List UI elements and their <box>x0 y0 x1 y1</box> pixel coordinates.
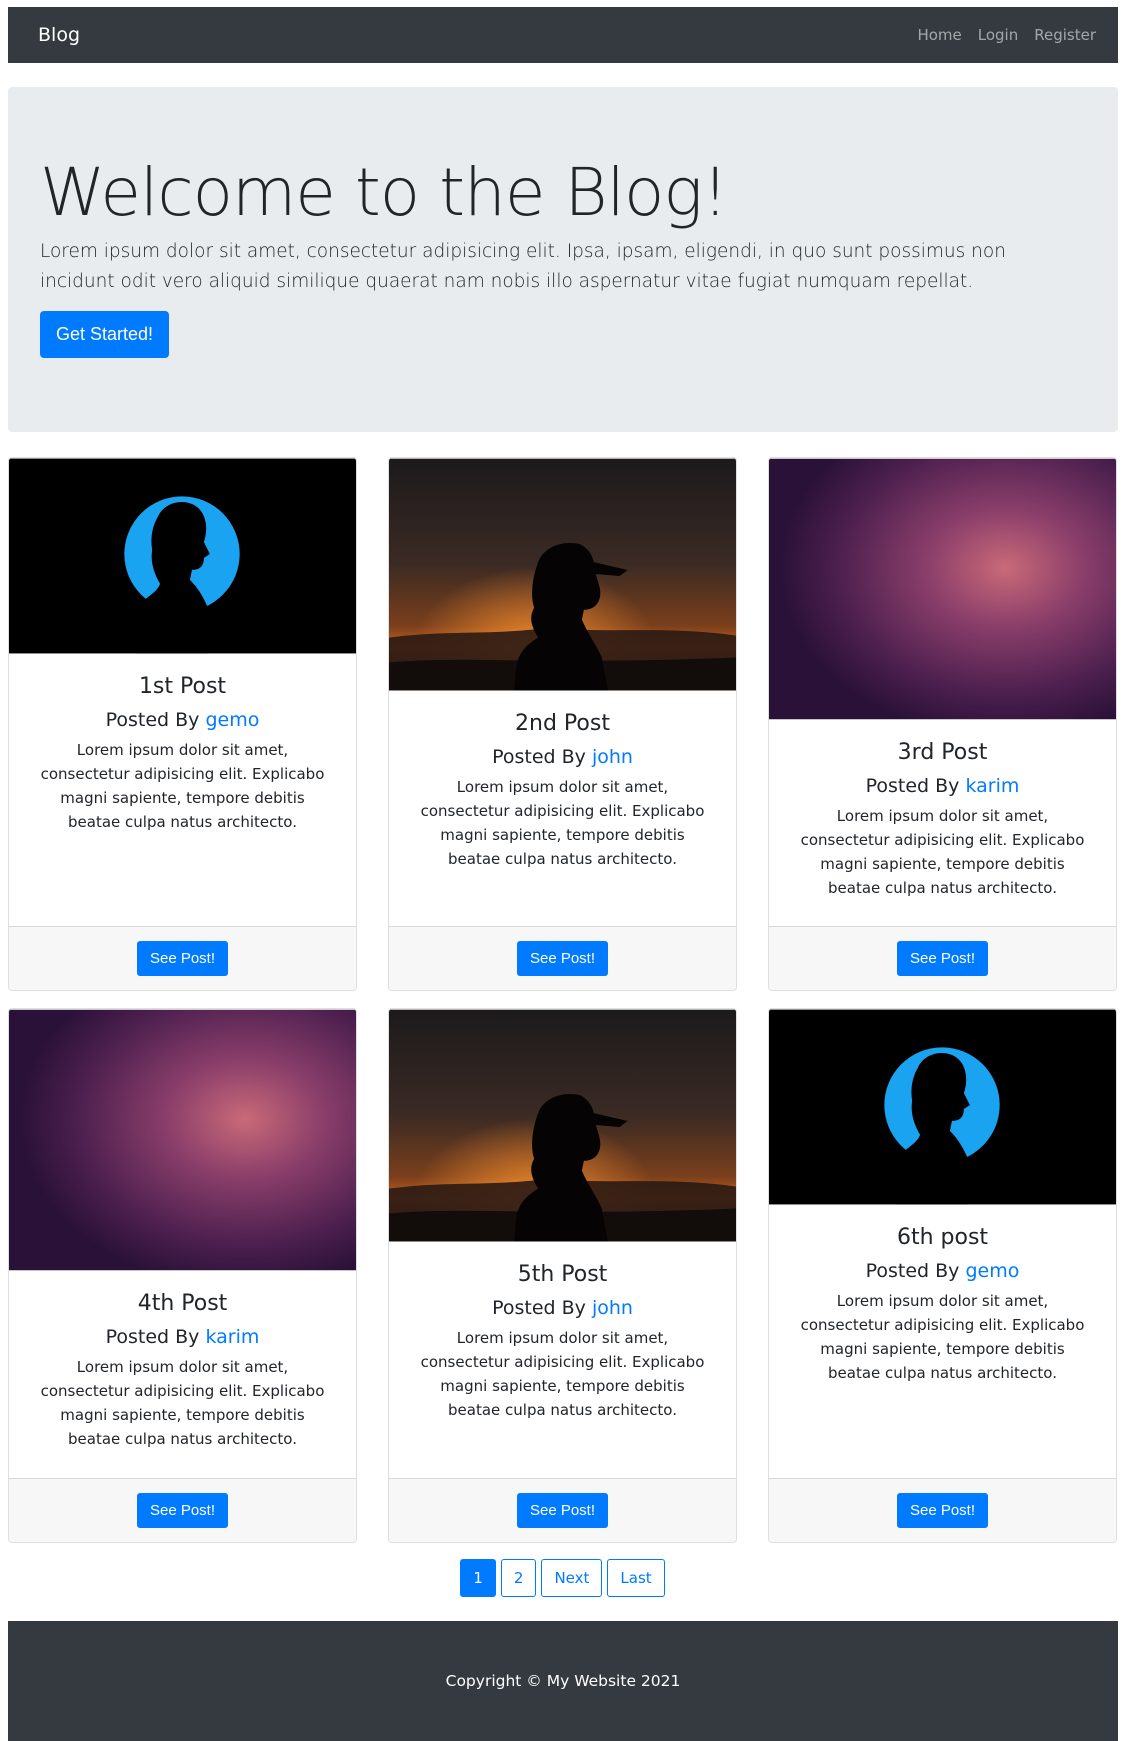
post-card-1: 1st Post Posted By gemo Lorem ipsum dolo… <box>8 457 357 991</box>
footer: Copyright © My Website 2021 <box>8 1621 1118 1741</box>
hero-text: Lorem ipsum dolor sit amet, consectetur … <box>40 240 1006 292</box>
post-image-silhouette-blue <box>769 1009 1116 1205</box>
post-image-sunset-silhouette <box>389 458 736 691</box>
card-title: 3rd Post <box>897 740 988 765</box>
navbar-brand[interactable]: Blog <box>38 24 80 46</box>
nav-link-home[interactable]: Home <box>917 26 961 44</box>
posted-by-label: Posted By <box>105 709 200 731</box>
nav-link-login[interactable]: Login <box>978 26 1018 44</box>
see-post-button[interactable]: See Post! <box>136 941 229 976</box>
card-text: Lorem ipsum dolor sit amet, consectetur … <box>800 1292 1085 1382</box>
card-body: 3rd Post Posted By karim Lorem ipsum dol… <box>769 720 1116 900</box>
posted-by-label: Posted By <box>105 1326 200 1348</box>
card-footer: See Post! <box>769 1478 1116 1542</box>
card-footer: See Post! <box>389 926 736 990</box>
post-image-purple-blur <box>769 458 1116 720</box>
author-link[interactable]: gemo <box>965 1260 1019 1282</box>
card-footer: See Post! <box>389 1478 736 1542</box>
see-post-button[interactable]: See Post! <box>516 1493 609 1528</box>
author-link[interactable]: karim <box>965 775 1019 797</box>
card-author: Posted By john <box>413 746 712 768</box>
card-body: 6th post Posted By gemo Lorem ipsum dolo… <box>769 1205 1116 1385</box>
nav-links: Home Login Register <box>917 26 1096 44</box>
post-image-sunset-silhouette <box>389 1009 736 1242</box>
posted-by-label: Posted By <box>865 1260 960 1282</box>
card-title: 5th Post <box>517 1262 608 1287</box>
nav-link-register[interactable]: Register <box>1034 26 1096 44</box>
posted-by-label: Posted By <box>492 1297 586 1319</box>
posted-by-label: Posted By <box>492 746 586 768</box>
last-page-link[interactable]: Last <box>607 1559 665 1597</box>
card-footer: See Post! <box>9 926 356 990</box>
see-post-button[interactable]: See Post! <box>516 941 609 976</box>
pagination: 1 2 Next Last <box>0 1559 1125 1597</box>
card-text: Lorem ipsum dolor sit amet, consectetur … <box>40 1358 325 1448</box>
card-author: Posted By karim <box>33 1326 332 1348</box>
card-footer: See Post! <box>769 926 1116 990</box>
card-body: 2nd Post Posted By john Lorem ipsum dolo… <box>389 691 736 871</box>
card-author: Posted By karim <box>793 775 1092 797</box>
card-text: Lorem ipsum dolor sit amet, consectetur … <box>420 778 705 868</box>
card-text: Lorem ipsum dolor sit amet, consectetur … <box>420 1329 705 1419</box>
next-page-link[interactable]: Next <box>541 1559 603 1597</box>
page-1-link[interactable]: 1 <box>460 1559 496 1597</box>
see-post-button[interactable]: See Post! <box>136 1493 229 1528</box>
card-title: 2nd Post <box>515 711 610 736</box>
author-link[interactable]: john <box>592 746 633 768</box>
author-link[interactable]: john <box>592 1297 633 1319</box>
see-post-button[interactable]: See Post! <box>896 1493 989 1528</box>
navbar: Blog Home Login Register <box>8 7 1118 63</box>
post-card-4: 4th Post Posted By karim Lorem ipsum dol… <box>8 1008 357 1543</box>
post-card-2: 2nd Post Posted By john Lorem ipsum dolo… <box>388 457 737 991</box>
author-link[interactable]: karim <box>205 1326 259 1348</box>
card-body: 1st Post Posted By gemo Lorem ipsum dolo… <box>9 654 356 834</box>
card-author: Posted By john <box>413 1297 712 1319</box>
post-image-silhouette-blue <box>9 458 356 654</box>
card-title: 6th post <box>896 1225 989 1250</box>
card-text: Lorem ipsum dolor sit amet, consectetur … <box>40 741 325 831</box>
page-2-link[interactable]: 2 <box>500 1559 537 1597</box>
card-body: 4th Post Posted By karim Lorem ipsum dol… <box>9 1271 356 1451</box>
hero-title: Welcome to the Blog! <box>40 154 728 231</box>
post-card-6: 6th post Posted By gemo Lorem ipsum dolo… <box>768 1008 1117 1543</box>
card-footer: See Post! <box>9 1478 356 1542</box>
card-author: Posted By gemo <box>33 709 332 731</box>
card-author: Posted By gemo <box>793 1260 1092 1282</box>
card-title: 4th Post <box>137 1291 228 1316</box>
author-link[interactable]: gemo <box>205 709 259 731</box>
card-text: Lorem ipsum dolor sit amet, consectetur … <box>800 807 1085 897</box>
see-post-button[interactable]: See Post! <box>896 941 989 976</box>
card-body: 5th Post Posted By john Lorem ipsum dolo… <box>389 1242 736 1422</box>
copyright-text: Copyright © My Website 2021 <box>445 1672 681 1690</box>
hero-jumbotron: Welcome to the Blog! Lorem ipsum dolor s… <box>8 87 1118 432</box>
card-title: 1st Post <box>138 674 227 699</box>
post-card-5: 5th Post Posted By john Lorem ipsum dolo… <box>388 1008 737 1543</box>
post-image-purple-blur <box>9 1009 356 1271</box>
post-card-3: 3rd Post Posted By karim Lorem ipsum dol… <box>768 457 1117 991</box>
get-started-button[interactable]: Get Started! <box>40 310 170 358</box>
posted-by-label: Posted By <box>865 775 960 797</box>
